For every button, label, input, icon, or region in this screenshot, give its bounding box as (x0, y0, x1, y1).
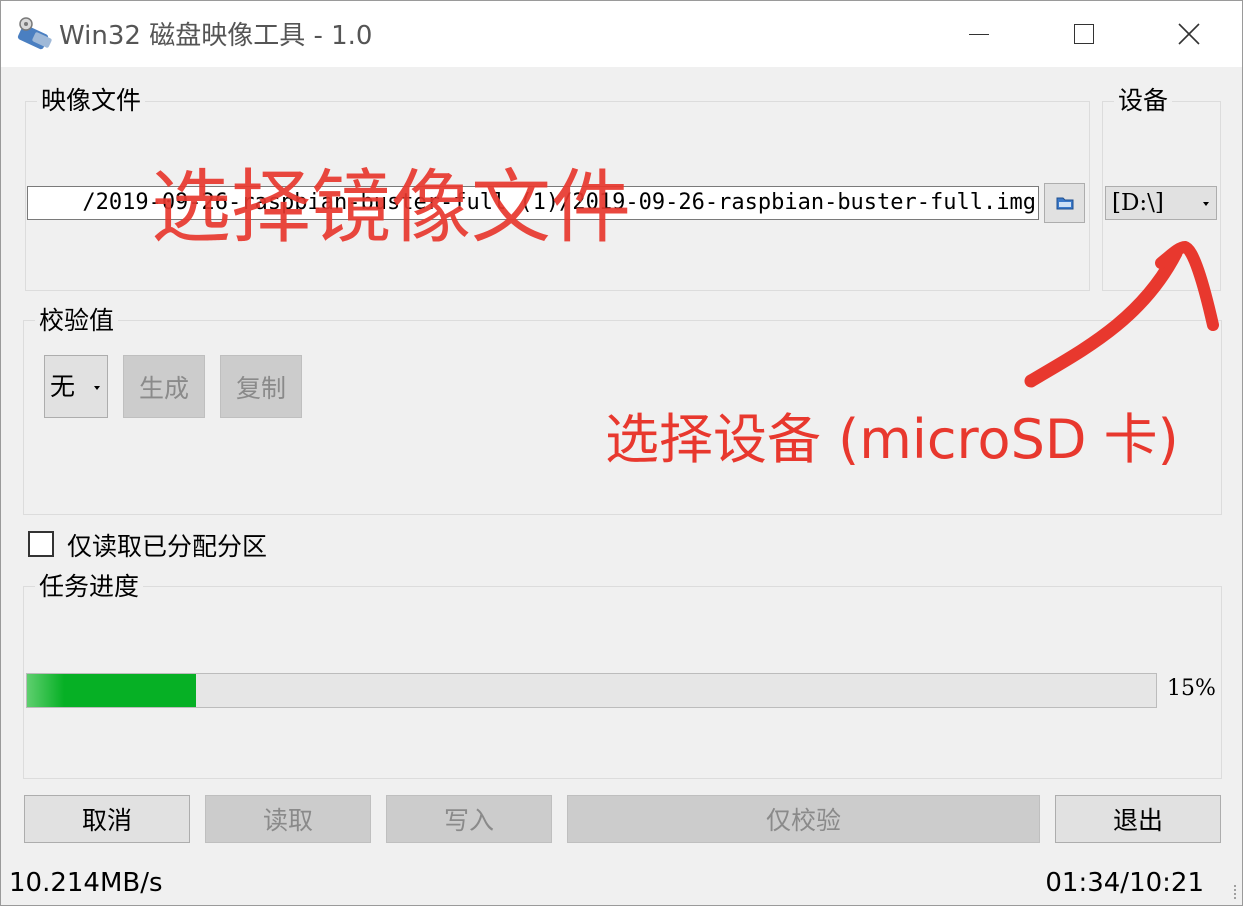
minimize-icon (969, 33, 989, 35)
chevron-down-icon (94, 386, 100, 390)
chevron-down-icon (1203, 202, 1209, 206)
progress-group-label: 任务进度 (35, 572, 144, 602)
read-only-allocated-label: 仅读取已分配分区 (67, 532, 268, 561)
hash-type-value: 无 (50, 372, 76, 401)
exit-button[interactable]: 退出 (1055, 795, 1221, 843)
folder-icon (1056, 197, 1073, 210)
browse-button[interactable] (1044, 183, 1085, 223)
window-title: Win32 磁盘映像工具 - 1.0 (59, 21, 373, 51)
image-file-path-text: /2019-09-26-raspbian-buster-full (1)/201… (82, 190, 1036, 215)
progress-bar (26, 673, 1157, 708)
transfer-speed: 10.214MB/s (9, 868, 163, 898)
disk-imager-app-icon (17, 17, 52, 50)
cancel-button[interactable]: 取消 (24, 795, 190, 843)
title-bar: Win32 磁盘映像工具 - 1.0 (1, 1, 1242, 67)
maximize-icon (1074, 24, 1094, 44)
app-window: Win32 磁盘映像工具 - 1.0 映像文件 /2019-09-26-rasp… (0, 0, 1243, 906)
device-group-label: 设备 (1114, 86, 1173, 116)
image-file-group-label: 映像文件 (37, 86, 146, 116)
device-select[interactable]: [D:\] (1105, 186, 1217, 220)
write-button[interactable]: 写入 (386, 795, 552, 843)
minimize-button[interactable] (929, 1, 1029, 67)
image-file-path-input[interactable]: /2019-09-26-raspbian-buster-full (1)/201… (27, 186, 1039, 220)
read-only-allocated-checkbox[interactable] (28, 531, 54, 557)
elapsed-remaining-time: 01:34/10:21 (1045, 868, 1204, 898)
hash-group-label: 校验值 (35, 306, 119, 336)
resize-grip-icon[interactable] (1218, 881, 1238, 901)
generate-hash-button[interactable]: 生成 (123, 355, 205, 418)
read-button[interactable]: 读取 (205, 795, 371, 843)
copy-hash-button[interactable]: 复制 (220, 355, 302, 418)
close-button[interactable] (1139, 1, 1239, 67)
hash-type-select[interactable]: 无 (44, 355, 108, 418)
device-selected-value: [D:\] (1112, 190, 1164, 216)
maximize-button[interactable] (1034, 1, 1134, 67)
progress-bar-fill (27, 674, 197, 707)
close-icon (1178, 23, 1200, 45)
progress-percent: 15% (1167, 676, 1216, 701)
verify-only-button[interactable]: 仅校验 (567, 795, 1040, 843)
